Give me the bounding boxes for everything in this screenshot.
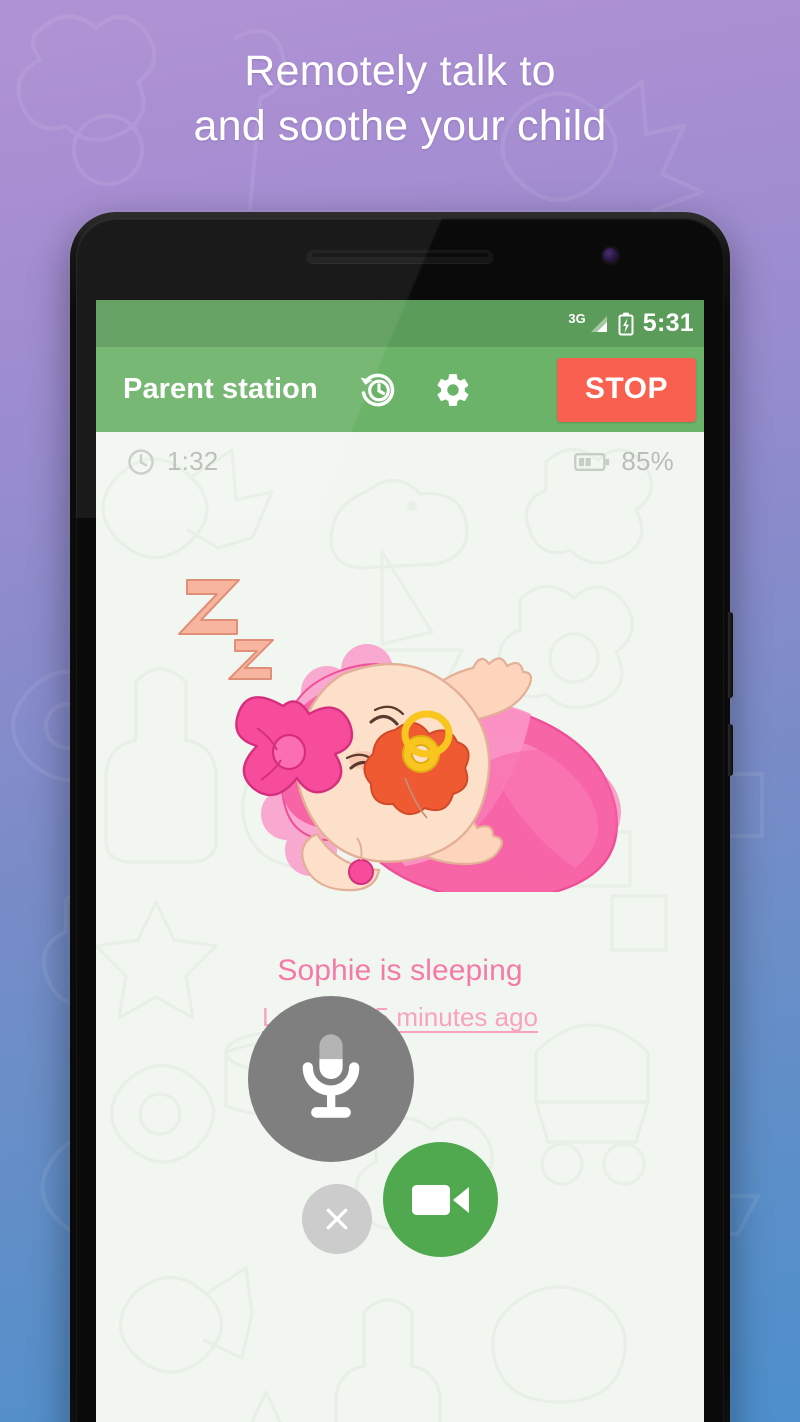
- phone-screen: 3G 5:31 Parent station STOP 1:32 85% Sop…: [96, 300, 704, 1422]
- baby-status-block: Sophie is sleeping Last cry 15 minutes a…: [96, 954, 704, 1033]
- power-button[interactable]: [728, 724, 733, 776]
- gear-icon[interactable]: [432, 369, 474, 411]
- volume-button[interactable]: [728, 612, 733, 698]
- battery-level-value: 85%: [621, 446, 674, 476]
- promo-headline: Remotely talk to and soothe your child: [0, 44, 800, 154]
- promo-screenshot: Remotely talk to and soothe your child 3…: [0, 0, 800, 1422]
- baby-status-text: Sophie is sleeping: [277, 954, 523, 987]
- close-x-icon: [326, 1208, 348, 1230]
- app-bar-title: Parent station: [123, 373, 318, 405]
- video-camera-icon: [411, 1184, 469, 1215]
- headline-line-2: and soothe your child: [193, 102, 607, 151]
- app-bar-actions: [356, 369, 474, 411]
- signal-bars-icon: 3G: [568, 310, 608, 335]
- front-camera: [603, 248, 618, 263]
- history-restore-icon[interactable]: [356, 369, 398, 411]
- close-talk-button[interactable]: [302, 1184, 372, 1254]
- android-status-bar: 3G 5:31: [96, 300, 704, 347]
- video-call-button[interactable]: [383, 1142, 498, 1257]
- sleep-z-glyphs: [178, 579, 274, 680]
- phone-device-frame: 3G 5:31 Parent station STOP 1:32 85% Sop…: [70, 212, 733, 1422]
- status-bar-clock: 5:31: [642, 309, 694, 337]
- session-info-bar: 1:32 85%: [96, 432, 704, 477]
- stop-button[interactable]: STOP: [556, 357, 696, 422]
- microphone-icon: [302, 1034, 360, 1118]
- network-type-label: 3G: [568, 310, 586, 326]
- talk-microphone-button[interactable]: [248, 996, 414, 1162]
- elapsed-time-value: 1:32: [167, 446, 219, 476]
- sleeping-baby-illustration: [96, 562, 704, 892]
- clock-icon: [128, 448, 154, 475]
- battery-icon: [574, 452, 610, 471]
- battery-charging-icon: [618, 312, 634, 335]
- headline-line-1: Remotely talk to: [244, 47, 556, 95]
- screen-content: 1:32 85% Sophie is sleeping Last cry 15 …: [96, 432, 704, 1422]
- earpiece-speaker: [306, 248, 494, 263]
- app-bar: Parent station STOP: [96, 347, 704, 432]
- battery-level-group: 85%: [574, 446, 674, 477]
- elapsed-time-group: 1:32: [126, 446, 218, 477]
